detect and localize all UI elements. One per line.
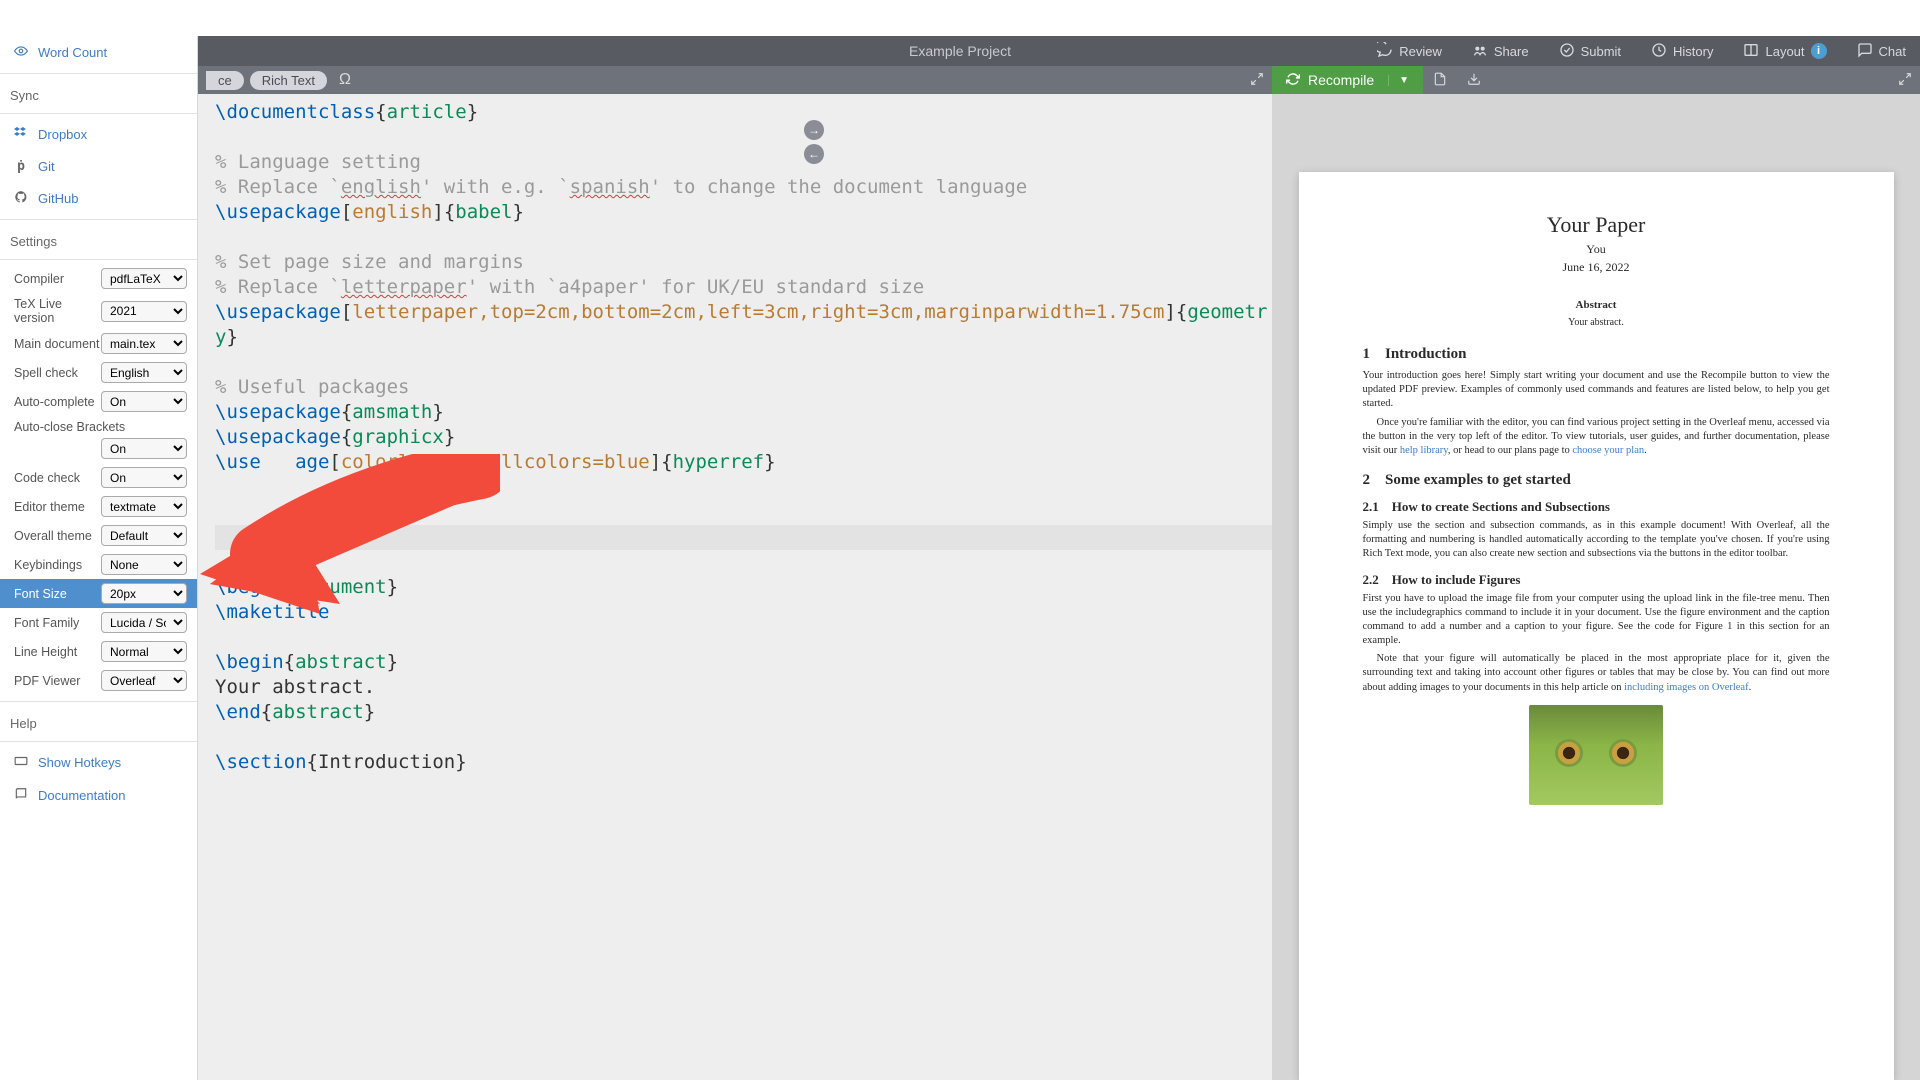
spellcheck-setting: Spell check English bbox=[0, 358, 197, 387]
paper-author: You bbox=[1363, 242, 1830, 257]
submit-icon bbox=[1559, 42, 1575, 61]
git-icon: ṗ bbox=[14, 159, 28, 174]
pdf-preview[interactable]: Your Paper You June 16, 2022 Abstract Yo… bbox=[1272, 94, 1920, 1080]
fontsize-setting: Font Size 20px bbox=[0, 579, 197, 608]
info-badge-icon: i bbox=[1811, 43, 1827, 59]
expand-editor-icon[interactable] bbox=[1250, 72, 1264, 89]
intro-paragraph-2: Once you're familiar with the editor, yo… bbox=[1363, 416, 1830, 459]
figures-paragraph-1: First you have to upload the image file … bbox=[1363, 592, 1830, 649]
lineheight-select[interactable]: Normal bbox=[101, 641, 187, 662]
code-content: \documentclass{article} % Language setti… bbox=[215, 94, 1272, 1080]
keybindings-select[interactable]: None bbox=[101, 554, 187, 575]
github-icon bbox=[14, 190, 28, 207]
pdfviewer-select[interactable]: Overleaf bbox=[101, 670, 187, 691]
figures-paragraph-2: Note that your figure will automatically… bbox=[1363, 652, 1830, 695]
editortheme-setting: Editor theme textmate bbox=[0, 492, 197, 521]
share-button[interactable]: Share bbox=[1458, 36, 1543, 66]
overalltheme-setting: Overall theme Default bbox=[0, 521, 197, 550]
overalltheme-select[interactable]: Default bbox=[101, 525, 187, 546]
go-to-pdf-icon[interactable]: → bbox=[804, 120, 824, 140]
logs-icon[interactable] bbox=[1423, 72, 1457, 89]
section-2-2-heading: 2.2 How to include Figures bbox=[1363, 572, 1830, 588]
layout-icon bbox=[1743, 42, 1759, 61]
download-icon[interactable] bbox=[1457, 72, 1491, 89]
section-2-heading: 2 Some examples to get started bbox=[1363, 472, 1830, 489]
splitter-handles: → ← bbox=[804, 120, 824, 164]
settings-heading: Settings bbox=[0, 224, 197, 255]
source-tab[interactable]: ce bbox=[206, 71, 244, 90]
review-icon bbox=[1377, 42, 1393, 61]
editortheme-select[interactable]: textmate bbox=[101, 496, 187, 517]
keyboard-icon bbox=[14, 754, 28, 771]
texlive-setting: TeX Live version 2021 bbox=[0, 293, 197, 329]
word-count-link[interactable]: Word Count bbox=[0, 36, 197, 69]
intro-paragraph-1: Your introduction goes here! Simply star… bbox=[1363, 369, 1830, 412]
maindoc-setting: Main document main.tex bbox=[0, 329, 197, 358]
sync-heading: Sync bbox=[0, 78, 197, 109]
figure-image bbox=[1529, 705, 1663, 805]
code-editor[interactable]: \documentclass{article} % Language setti… bbox=[198, 94, 1272, 1080]
codecheck-select[interactable]: On bbox=[101, 467, 187, 488]
richtext-tab[interactable]: Rich Text bbox=[250, 71, 327, 90]
help-library-link[interactable]: help library bbox=[1400, 445, 1448, 456]
chat-icon bbox=[1857, 42, 1873, 61]
project-title: Example Project bbox=[909, 43, 1011, 59]
lineheight-setting: Line Height Normal bbox=[0, 637, 197, 666]
help-heading: Help bbox=[0, 706, 197, 737]
dropbox-link[interactable]: Dropbox bbox=[0, 118, 197, 151]
git-link[interactable]: ṗ Git bbox=[0, 151, 197, 182]
fontfamily-setting: Font Family Lucida / Sourc bbox=[0, 608, 197, 637]
dropbox-icon bbox=[14, 126, 28, 143]
section-2-1-heading: 2.1 How to create Sections and Subsectio… bbox=[1363, 499, 1830, 515]
pdf-page: Your Paper You June 16, 2022 Abstract Yo… bbox=[1299, 172, 1894, 1080]
symbol-palette-button[interactable]: Ω bbox=[333, 71, 357, 89]
keybindings-setting: Keybindings None bbox=[0, 550, 197, 579]
sections-paragraph: Simply use the section and subsection co… bbox=[1363, 519, 1830, 562]
documentation-link[interactable]: Documentation bbox=[0, 779, 197, 812]
recompile-button[interactable]: Recompile ▼ bbox=[1272, 66, 1423, 94]
abstract-text: Your abstract. bbox=[1363, 317, 1830, 328]
autoclose-setting: Auto-close Brackets On bbox=[0, 416, 197, 463]
pdf-toolbar: Recompile ▼ bbox=[1272, 66, 1920, 94]
book-icon bbox=[14, 787, 28, 804]
show-hotkeys-link[interactable]: Show Hotkeys bbox=[0, 746, 197, 779]
layout-button[interactable]: Layout i bbox=[1729, 36, 1840, 66]
maindoc-select[interactable]: main.tex bbox=[101, 333, 187, 354]
pdfviewer-setting: PDF Viewer Overleaf bbox=[0, 666, 197, 695]
paper-title: Your Paper bbox=[1363, 212, 1830, 238]
fontfamily-select[interactable]: Lucida / Sourc bbox=[101, 612, 187, 633]
abstract-heading: Abstract bbox=[1363, 299, 1830, 311]
topbar: Example Project Review Share Submit Hist… bbox=[0, 36, 1920, 66]
fontsize-select[interactable]: 20px bbox=[101, 583, 187, 604]
choose-plan-link[interactable]: choose your plan bbox=[1572, 445, 1644, 456]
autocomplete-setting: Auto-complete On bbox=[0, 387, 197, 416]
chat-button[interactable]: Chat bbox=[1843, 36, 1920, 66]
settings-sidebar: Word Count Sync Dropbox ṗ Git GitHub Set… bbox=[0, 36, 198, 1080]
including-images-link[interactable]: including images on Overleaf bbox=[1624, 682, 1749, 693]
editor-toolbar: ce Rich Text Ω bbox=[198, 66, 1272, 94]
submit-button[interactable]: Submit bbox=[1545, 36, 1635, 66]
eye-icon bbox=[14, 44, 28, 61]
autocomplete-select[interactable]: On bbox=[101, 391, 187, 412]
texlive-select[interactable]: 2021 bbox=[101, 301, 187, 322]
expand-pdf-icon[interactable] bbox=[1898, 72, 1920, 89]
github-link[interactable]: GitHub bbox=[0, 182, 197, 215]
history-icon bbox=[1651, 42, 1667, 61]
share-icon bbox=[1472, 42, 1488, 61]
section-1-heading: 1 Introduction bbox=[1363, 346, 1830, 363]
line-gutter bbox=[198, 94, 213, 1080]
paper-date: June 16, 2022 bbox=[1363, 260, 1830, 275]
compiler-setting: Compiler pdfLaTeX bbox=[0, 264, 197, 293]
codecheck-setting: Code check On bbox=[0, 463, 197, 492]
review-button[interactable]: Review bbox=[1363, 36, 1456, 66]
spellcheck-select[interactable]: English bbox=[101, 362, 187, 383]
recompile-icon bbox=[1286, 72, 1300, 89]
compiler-select[interactable]: pdfLaTeX bbox=[101, 268, 187, 289]
history-button[interactable]: History bbox=[1637, 36, 1727, 66]
go-to-code-icon[interactable]: ← bbox=[804, 144, 824, 164]
autoclose-select[interactable]: On bbox=[101, 438, 187, 459]
chevron-down-icon[interactable]: ▼ bbox=[1388, 75, 1409, 86]
